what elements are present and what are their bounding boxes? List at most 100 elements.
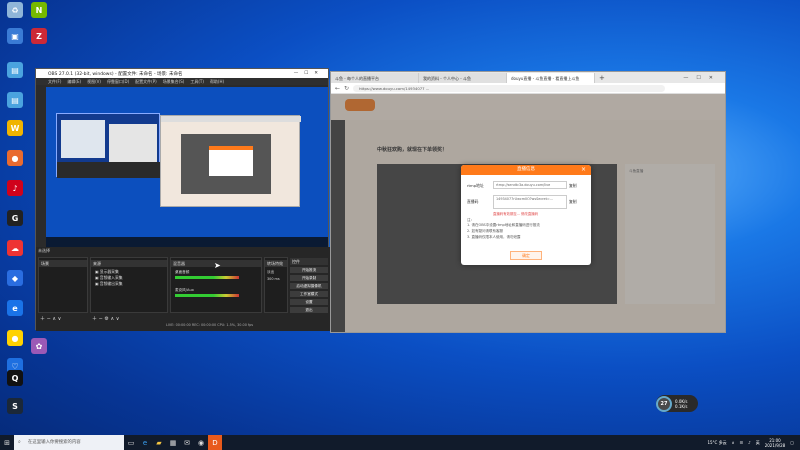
obs-menu-item[interactable]: 编辑(E) — [67, 79, 81, 85]
note-1: 1. 请在OBS中设置rtmp地址和直播码进行推流 — [467, 223, 540, 227]
obs-menu-item[interactable]: 帮助(H) — [210, 79, 224, 85]
tab-douyu-home[interactable]: 斗鱼 - 每个人的直播平台 — [331, 73, 419, 83]
copy-rtmp-button[interactable]: 复制 — [569, 183, 577, 189]
browser-window-controls[interactable]: —☐✕ — [679, 75, 725, 83]
rtmp-field[interactable]: rtmp://sendtc3a.douyu.com/live — [493, 181, 567, 189]
zotero-icon-glyph: Z — [31, 28, 47, 44]
notification-icon[interactable]: ▢ — [790, 440, 794, 445]
gpu-z-icon[interactable]: G — [2, 210, 28, 227]
taskbar: ⊞ ⌕ 在这里输入你要搜索的内容 ▭ e ▰ ▦ ✉ ◉ D 15°C 多云 ∧… — [0, 435, 800, 450]
recycle-bin-icon[interactable]: ♻ — [2, 2, 28, 19]
network-icon[interactable]: ☰ — [740, 440, 744, 445]
obs-titlebar: OBS 27.0.1 (32-bit, windows) - 配置文件: 未命名… — [36, 69, 328, 78]
tab-profile[interactable]: 我的资料 - 个人中心 - 斗鱼 — [419, 73, 507, 83]
nested-obs-capture — [56, 113, 161, 178]
back-icon[interactable]: ← — [335, 85, 340, 92]
obs-menu-item[interactable]: 场景集合(S) — [163, 79, 185, 85]
store-icon[interactable]: ▦ — [166, 435, 180, 450]
note-3: 3. 直播码仅限本人使用，请勿泄露 — [467, 235, 521, 239]
nested-browser-capture — [160, 115, 301, 207]
search-input[interactable]: ⌕ 在这里输入你要搜索的内容 — [14, 435, 124, 450]
obs-menubar: 文件(F) 编辑(E) 视图(V) 停靠窗口(D) 配置文件(P) 场景集合(S) 工具(T… — [36, 78, 328, 85]
dock-transitions[interactable]: 转场特效 淡出 300 ms — [264, 257, 288, 313]
app-icon-glyph: ● — [7, 150, 23, 166]
dock-sources[interactable]: 来源 ▣ 显示器采集 ▣ 音频输入采集 ▣ 音频输出采集 — [90, 257, 168, 313]
network-monitor-widget[interactable]: 27 0.0K/s 0.1K/s — [656, 395, 698, 412]
baidu-icon[interactable]: ◆ — [2, 270, 28, 287]
obs-window[interactable]: OBS 27.0.1 (32-bit, windows) - 配置文件: 未命名… — [35, 68, 330, 331]
app-icon[interactable]: ● — [2, 150, 28, 167]
chevron-up-icon[interactable]: ∧ — [732, 440, 735, 445]
ok-button[interactable]: 确定 — [510, 251, 542, 260]
mouse-cursor: ➤ — [214, 261, 221, 270]
copy-code-button[interactable]: 复制 — [569, 199, 577, 205]
source-item[interactable]: ▣ 音频输出采集 — [95, 281, 123, 287]
network-icon-glyph: ▤ — [7, 92, 23, 108]
dialog-title: 直播信息 — [517, 167, 535, 172]
control-button[interactable]: 开始推流 — [290, 267, 328, 273]
search-icon: ⌕ — [18, 439, 21, 445]
app3-icon-glyph: ✿ — [31, 338, 47, 354]
scene-toolbar[interactable]: ＋ − ∧ ∨ — [40, 315, 61, 322]
edge-icon[interactable]: e — [138, 435, 152, 450]
dock-scenes[interactable]: 场景 — [38, 257, 88, 313]
taskview-icon[interactable]: ▭ — [124, 435, 138, 450]
cloud-icon[interactable]: ☁ — [2, 240, 28, 257]
mail-icon[interactable]: ✉ — [180, 435, 194, 450]
control-button[interactable]: 设置 — [290, 299, 328, 305]
app2-icon[interactable]: ● — [2, 330, 28, 347]
nvidia-icon-glyph: N — [31, 2, 47, 18]
obs-menu-item[interactable]: 停靠窗口(D) — [107, 79, 129, 85]
obs-docks: 未选择 场景 来源 ▣ 显示器采集 ▣ 音频输入采集 ▣ 音频输出采集 混音器 桌面… — [36, 247, 330, 331]
zotero-icon[interactable]: Z — [26, 28, 52, 45]
baidu-icon-glyph: ◆ — [7, 270, 23, 286]
control-button[interactable]: 开始录制 — [290, 275, 328, 281]
control-button[interactable]: 工作室模式 — [290, 291, 328, 297]
app2-icon-glyph: ● — [7, 330, 23, 346]
qq-icon[interactable]: Q — [2, 370, 28, 387]
close-icon[interactable]: × — [581, 165, 586, 175]
dock-controls-header: 控件 — [290, 258, 328, 265]
nvidia-icon[interactable]: N — [26, 2, 52, 19]
steam-icon[interactable]: S — [2, 398, 28, 415]
douyu-taskbar-icon[interactable]: D — [208, 435, 222, 450]
control-button[interactable]: 退出 — [290, 307, 328, 313]
netease-music-icon[interactable]: ♪ — [2, 180, 28, 197]
url-input[interactable]: https://www.douyu.com/14934077 ... — [353, 84, 665, 92]
input-language[interactable]: 英 — [756, 440, 760, 446]
app3-icon[interactable]: ✿ — [26, 338, 52, 355]
cpu-percent: 27 — [656, 395, 672, 412]
obs-menu-item[interactable]: 工具(T) — [190, 79, 204, 85]
code-expiry-warning[interactable]: 直播码有效期至... 修改直播码 — [493, 211, 538, 216]
weather-widget[interactable]: 15°C 多云 — [707, 440, 726, 446]
obs-menu-item[interactable]: 配置文件(P) — [135, 79, 157, 85]
monitor-icon[interactable]: ▣ — [2, 28, 28, 45]
system-tray: 15°C 多云 ∧ ☰ ♪ 英 21:00 2021/9/28 ▢ — [707, 438, 800, 448]
obs-menu-item[interactable]: 视图(V) — [87, 79, 101, 85]
clock[interactable]: 21:00 2021/9/28 — [765, 438, 786, 448]
obs-preview[interactable] — [46, 87, 328, 247]
start-icon[interactable]: ⊞ — [0, 435, 14, 450]
net-download: 0.1K/s — [675, 403, 688, 409]
network-icon[interactable]: ▤ — [2, 92, 28, 109]
preview-label: 未选择 — [38, 248, 50, 253]
obs-menu-item[interactable]: 文件(F) — [48, 79, 61, 85]
source-toolbar[interactable]: ＋ − ⚙ ∧ ∨ — [92, 315, 119, 322]
computer-icon[interactable]: ▤ — [2, 62, 28, 79]
dialog-header: 直播信息 × — [461, 165, 591, 175]
control-button[interactable]: 启动虚拟摄像机 — [290, 283, 328, 289]
browser-icon[interactable]: e — [2, 300, 28, 317]
volume-icon[interactable]: ♪ — [748, 440, 751, 445]
code-field[interactable]: 14934077rUwcmIIO?wsSecret=... — [493, 195, 567, 209]
transition-duration[interactable]: 300 ms — [267, 277, 280, 281]
window-controls[interactable]: —☐✕ — [294, 71, 328, 76]
code-label: 直播码 — [467, 199, 479, 204]
new-tab-button[interactable]: + — [595, 74, 609, 83]
explorer-icon[interactable]: ▰ — [152, 435, 166, 450]
obs-taskbar-icon[interactable]: ◉ — [194, 435, 208, 450]
transition-type[interactable]: 淡出 — [267, 270, 274, 275]
tab-live[interactable]: douyu直播 - 斗鱼直播 - 看直播上斗鱼 — [507, 73, 595, 83]
browser-window[interactable]: 斗鱼 - 每个人的直播平台 我的资料 - 个人中心 - 斗鱼 douyu直播 -… — [330, 71, 726, 333]
refresh-icon[interactable]: ↻ — [344, 85, 349, 92]
wps-icon[interactable]: W — [2, 120, 28, 137]
